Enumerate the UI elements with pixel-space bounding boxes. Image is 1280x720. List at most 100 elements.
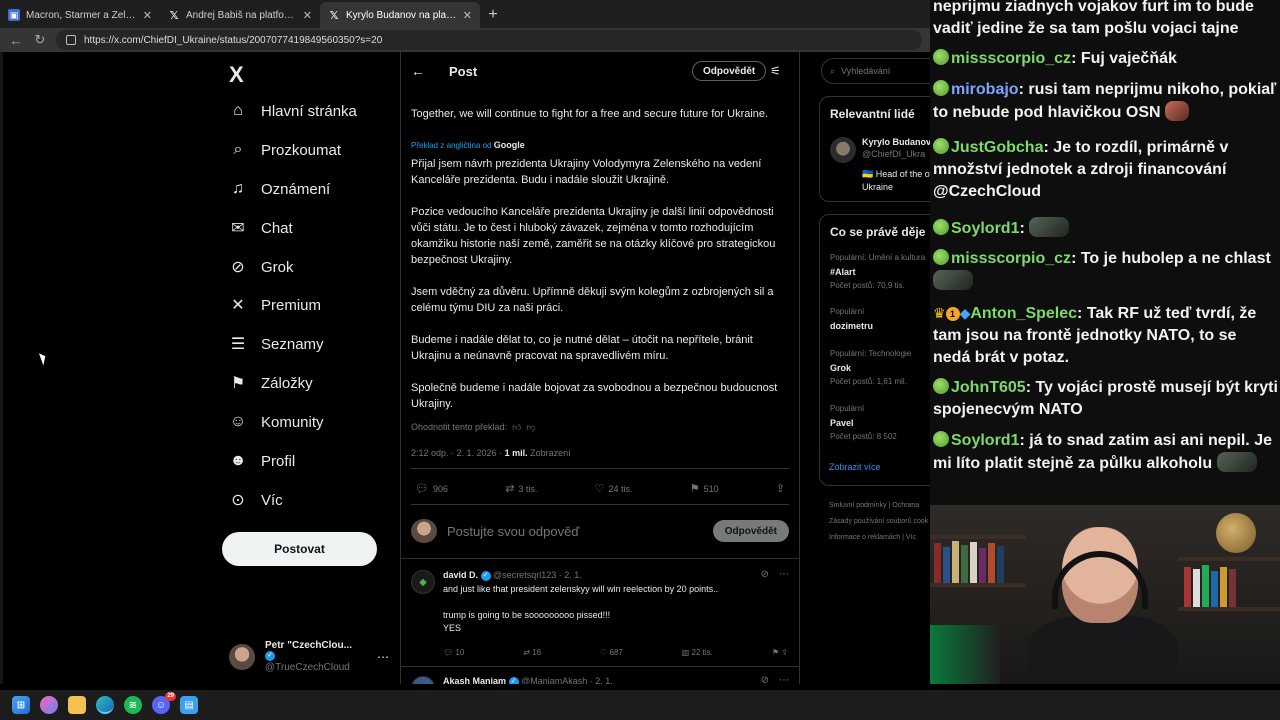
repost-action[interactable]: ⇄ 16 bbox=[523, 648, 541, 657]
thumbs-up-icon[interactable]: 👍︎ bbox=[510, 422, 521, 432]
like-count: 24 tis. bbox=[608, 483, 633, 494]
avatar[interactable] bbox=[830, 137, 856, 163]
search-input[interactable]: ⌕ Vyhledávání bbox=[821, 58, 930, 84]
show-more-link[interactable]: Zobrazit více bbox=[829, 462, 881, 472]
reply-author[interactable]: david D. bbox=[443, 570, 478, 580]
new-tab-button[interactable]: + bbox=[480, 2, 506, 28]
nav-item-communities[interactable]: ☺ Komunity bbox=[229, 410, 324, 434]
bookmark-icon[interactable]: ⚑ ⇪ bbox=[772, 648, 788, 657]
chat-user: JohnT605 bbox=[951, 379, 1026, 396]
reload-icon[interactable]: ↻ bbox=[32, 32, 48, 48]
post-paragraph-2: Pozice vedoucího Kanceláře prezidenta Uk… bbox=[411, 206, 776, 266]
rate-translation-label: Ohodnotit tento překlad: bbox=[411, 422, 508, 432]
tab-title: Andrej Babiš na platformě X: „Dne bbox=[186, 9, 297, 21]
address-bar-row: ← ↻ https://x.com/ChiefDI_Ukraine/status… bbox=[0, 28, 930, 52]
thumbs-down-icon[interactable]: 👎︎ bbox=[524, 422, 536, 432]
divider bbox=[401, 558, 800, 559]
nav-item-explore[interactable]: ⌕ Prozkoumat bbox=[229, 138, 342, 162]
sub-badge-icon bbox=[933, 49, 949, 65]
trend-item[interactable]: Populární Pavel Počet postů: 8 502 bbox=[830, 402, 897, 444]
more-dots-icon[interactable]: ⋯ bbox=[779, 569, 789, 580]
grok-icon[interactable]: ⊘ bbox=[761, 675, 769, 684]
globe bbox=[1216, 513, 1256, 553]
sub-badge-icon bbox=[933, 138, 949, 154]
relevant-people-card: Relevantní lidé Kyrylo Budanov @ChiefDI_… bbox=[819, 96, 930, 202]
repost-action[interactable]: ⇄ 3 tis. bbox=[505, 482, 537, 495]
chat-emote bbox=[1165, 101, 1190, 121]
browser-tab-2[interactable]: 𝕏 Andrej Babiš na platformě X: „Dne ✕ bbox=[160, 2, 320, 28]
close-tab-icon[interactable]: ✕ bbox=[303, 9, 312, 22]
post-paragraph-1: Přijal jsem návrh prezidenta Ukrajiny Vo… bbox=[411, 158, 762, 186]
bookshelf bbox=[1178, 557, 1280, 561]
chat-message: Soylord1: bbox=[933, 217, 1278, 240]
avatar[interactable]: • bbox=[411, 676, 435, 684]
post-button[interactable]: Postovat bbox=[222, 532, 377, 566]
grok-icon: ⊘ bbox=[231, 259, 245, 276]
reply-author[interactable]: Akash Maniam bbox=[443, 676, 506, 684]
trend-item[interactable]: Populární: Umění a kultura #Alart Počet … bbox=[830, 251, 925, 293]
who-name[interactable]: Kyrylo Budanov bbox=[862, 137, 930, 147]
browser-tab-1[interactable]: ▣ Macron, Starmer a Zelenskyj pode ✕ bbox=[0, 2, 160, 28]
reply-action[interactable]: 💬︎ 10 bbox=[443, 648, 464, 657]
reply-handle: @secretsqrl123 · 2. 1. bbox=[493, 570, 582, 580]
right-sidebar: ⌕ Vyhledávání Relevantní lidé Kyrylo Bud… bbox=[819, 52, 930, 684]
nav-item-notifications[interactable]: ♫ Oznámení bbox=[229, 177, 330, 201]
more-dots-icon[interactable]: ⋯ bbox=[377, 650, 389, 664]
windows-start-icon[interactable]: ⊞ bbox=[12, 696, 30, 714]
tab-title: Macron, Starmer a Zelenskyj pode bbox=[26, 9, 137, 21]
bookmark-action[interactable]: ⚑ 510 bbox=[690, 482, 719, 495]
nav-item-home[interactable]: ⌂ Hlavní stránka bbox=[229, 99, 357, 123]
copilot-icon[interactable] bbox=[40, 696, 58, 714]
view-label: Zobrazení bbox=[530, 448, 571, 458]
views-action[interactable]: ▥ 22 tis. bbox=[682, 648, 713, 657]
account-switcher[interactable]: Petr "CzechClou... ✓ @TrueCzechCloud ⋯ bbox=[229, 640, 389, 673]
nav-item-grok[interactable]: ⊘ Grok bbox=[229, 255, 293, 279]
close-tab-icon[interactable]: ✕ bbox=[143, 9, 152, 22]
books-row bbox=[1184, 563, 1276, 607]
footer-link[interactable]: Smluvní podmínky | Ochrana bbox=[829, 498, 928, 514]
trend-context: Populární: Umění a kultura bbox=[830, 253, 926, 262]
back-arrow-icon[interactable]: ← bbox=[411, 63, 425, 79]
chat-message: missscorpio_cz: To je hubolep a ne chlas… bbox=[933, 248, 1278, 293]
reply-action[interactable]: 💬︎ 906 bbox=[415, 482, 448, 495]
nav-item-more[interactable]: ⊙ Víc bbox=[229, 488, 282, 512]
reply-input[interactable]: Postujte svou odpověď bbox=[447, 524, 713, 539]
avatar[interactable]: ◆ bbox=[411, 570, 435, 594]
reply-header: david D. ✓ @secretsqrl123 · 2. 1. bbox=[443, 570, 582, 581]
like-action[interactable]: ♡ 687 bbox=[600, 648, 623, 657]
trend-item[interactable]: Populární dozimetru bbox=[830, 305, 873, 333]
site-info-icon[interactable] bbox=[66, 35, 76, 45]
nav-item-premium[interactable]: ✕ Premium bbox=[229, 293, 321, 317]
trend-item[interactable]: Populární: Technologie Grok Počet postů:… bbox=[830, 347, 911, 389]
notepad-icon[interactable]: ▤ bbox=[180, 696, 198, 714]
reply-submit-button[interactable]: Odpovědět bbox=[712, 520, 789, 542]
more-dots-icon[interactable]: ⋯ bbox=[779, 675, 789, 684]
back-icon[interactable]: ← bbox=[8, 33, 24, 48]
file-explorer-icon[interactable] bbox=[68, 696, 86, 714]
chat-user: missscorpio_cz bbox=[951, 50, 1072, 67]
browser-tab-3[interactable]: 𝕏 Kyrylo Budanov na platformě X: „J ✕ bbox=[320, 2, 480, 28]
nav-item-lists[interactable]: ☰ Seznamy bbox=[229, 332, 324, 356]
post-time[interactable]: 2:12 odp. · 2. 1. 2026 · bbox=[411, 448, 502, 458]
edge-icon[interactable] bbox=[96, 696, 114, 714]
filter-sliders-icon[interactable]: ⚟ bbox=[770, 64, 781, 78]
nav-item-profile[interactable]: ☻ Profil bbox=[229, 449, 296, 473]
share-action[interactable]: ⇪ bbox=[776, 482, 785, 495]
discord-icon[interactable]: ☺ 29 bbox=[152, 692, 176, 714]
url-field[interactable]: https://x.com/ChiefDI_Ukraine/status/200… bbox=[56, 30, 922, 50]
grok-icon[interactable]: ⊘ bbox=[761, 569, 769, 580]
footer-link[interactable]: Informace o reklamách | Víc bbox=[829, 530, 928, 546]
reply-header-button[interactable]: Odpovědět bbox=[692, 61, 767, 81]
x-logo-icon[interactable]: X bbox=[229, 62, 244, 88]
nav-item-chat[interactable]: ✉ Chat bbox=[229, 216, 292, 240]
post-paragraph-3: Jsem vděčný za důvěru. Upřímně děkuji sv… bbox=[411, 286, 774, 314]
spotify-icon[interactable]: ≋ bbox=[124, 696, 142, 714]
chat-user: missscorpio_cz bbox=[951, 250, 1072, 267]
footer-link[interactable]: Zásady používání souborů cook bbox=[829, 514, 928, 530]
card-title: Relevantní lidé bbox=[830, 107, 915, 121]
close-tab-icon[interactable]: ✕ bbox=[463, 9, 472, 22]
nav-item-bookmarks[interactable]: ⚑ Záložky bbox=[229, 371, 313, 395]
like-action[interactable]: ♡ 24 tis. bbox=[595, 482, 633, 495]
chat-user: JustGobcha bbox=[951, 139, 1044, 156]
list-icon: ☰ bbox=[230, 336, 246, 353]
